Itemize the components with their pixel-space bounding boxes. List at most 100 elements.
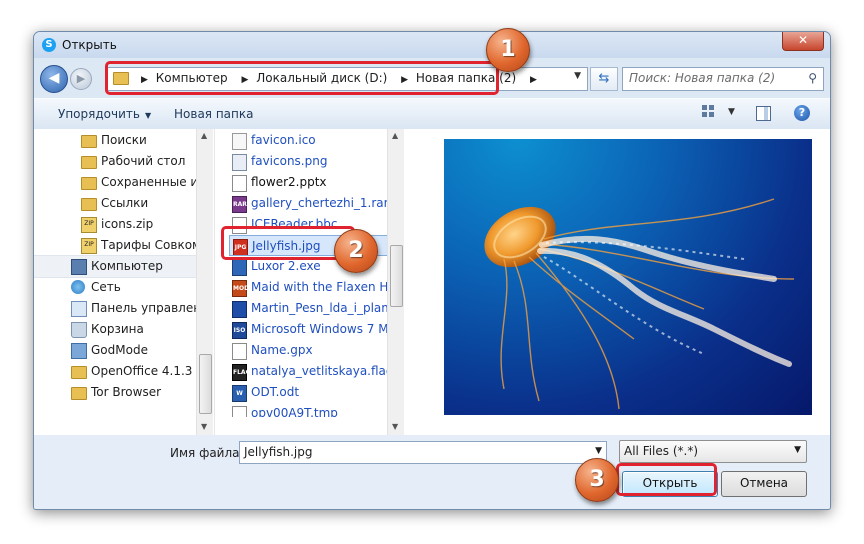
scroll-up-icon[interactable]: ▲ — [201, 131, 207, 140]
control-panel-icon — [71, 301, 87, 317]
step-badge-1: 1 — [486, 28, 530, 72]
sidebar-item-tariffs[interactable]: ZIP Тарифы Совком — [34, 235, 202, 256]
help-icon[interactable]: ? — [794, 105, 810, 121]
sidebar-item-control-panel[interactable]: Панель управлени — [34, 298, 202, 319]
open-button[interactable]: Открыть — [622, 471, 718, 497]
cancel-button[interactable]: Отмена — [721, 471, 807, 497]
view-options-icon[interactable] — [702, 104, 720, 122]
file-name: Maid with the Flaxen Hair.an — [251, 280, 389, 294]
open-file-dialog: S Открыть ✕ ◀ ▶ ▶ Компьютер ▶ Локальный … — [33, 31, 831, 510]
odt-file-icon: W — [232, 385, 247, 402]
chevron-right-icon[interactable]: ▶ — [141, 75, 148, 85]
organize-button[interactable]: Упорядочить ▼ — [58, 107, 151, 121]
scrollbar-thumb[interactable] — [390, 245, 403, 307]
sidebar-item-icons-zip[interactable]: ZIP icons.zip — [34, 214, 202, 235]
navigation-scrollbar[interactable]: ▲ ▼ — [196, 129, 213, 435]
list-item[interactable]: ISO Microsoft Windows 7 Макси — [229, 319, 389, 340]
sidebar-item-tor-browser[interactable]: Tor Browser — [34, 382, 202, 403]
filename-value: Jellyfish.jpg — [244, 445, 313, 459]
ico-file-icon — [232, 133, 247, 150]
sidebar-item-saved-games[interactable]: Сохраненные игр — [34, 172, 202, 193]
recycle-bin-icon — [71, 322, 87, 338]
scroll-down-icon[interactable]: ▼ — [201, 422, 207, 431]
file-name: favicon.ico — [251, 133, 316, 147]
sidebar-item-label: Ссылки — [101, 196, 149, 210]
sidebar-item-network[interactable]: Сеть — [34, 277, 202, 298]
sidebar-item-label: Тарифы Совком — [101, 238, 202, 252]
folder-icon — [71, 366, 87, 379]
chevron-down-icon[interactable]: ▼ — [728, 107, 735, 117]
refresh-button[interactable]: ⇆ — [590, 67, 618, 91]
new-folder-button[interactable]: Новая папка — [174, 107, 253, 121]
file-list-scrollbar[interactable]: ▲ ▼ — [387, 129, 404, 435]
sidebar-item-label: Сохраненные игр — [101, 175, 202, 189]
zip-icon: ZIP — [81, 238, 97, 254]
chevron-right-icon[interactable]: ▶ — [242, 75, 249, 85]
sidebar-item-desktop[interactable]: Рабочий стол — [34, 151, 202, 172]
scrollbar-thumb[interactable] — [199, 354, 212, 414]
refresh-icon: ⇆ — [598, 71, 610, 86]
list-item[interactable]: favicons.png — [229, 151, 389, 172]
tmp-file-icon — [232, 406, 247, 417]
sidebar-item-label: Поиски — [101, 133, 147, 147]
file-type-select[interactable]: All Files (*.*) ▼ — [619, 440, 807, 463]
list-item[interactable]: flower2.pptx — [229, 172, 389, 193]
back-button[interactable]: ◀ — [40, 65, 68, 93]
sidebar-item-label: OpenOffice 4.1.3 (ru — [91, 364, 202, 378]
breadcrumb-new-folder-2[interactable]: Новая папка (2) — [416, 71, 516, 85]
chevron-right-icon[interactable]: ▶ — [401, 75, 408, 85]
step-badge-3: 3 — [575, 458, 619, 502]
list-item[interactable]: opv00A9T.tmp — [229, 403, 389, 417]
close-button[interactable]: ✕ — [782, 32, 824, 51]
list-item[interactable]: MOD Maid with the Flaxen Hair.an — [229, 277, 389, 298]
preview-pane-icon[interactable] — [756, 106, 771, 121]
file-name: Microsoft Windows 7 Макси — [251, 322, 389, 336]
chevron-down-icon[interactable]: ▼ — [574, 71, 581, 81]
sidebar-item-godmode[interactable]: GodMode — [34, 340, 202, 361]
list-item[interactable]: RAR gallery_chertezhi_1.rar — [229, 193, 389, 214]
filename-label: Имя файла: — [170, 446, 244, 460]
sidebar-item-recycle-bin[interactable]: Корзина — [34, 319, 202, 340]
chevron-down-icon[interactable]: ▼ — [595, 446, 602, 456]
list-item[interactable]: W ODT.odt — [229, 382, 389, 403]
file-name: gallery_chertezhi_1.rar — [251, 196, 389, 210]
search-placeholder: Поиск: Новая папка (2) — [629, 71, 776, 85]
breadcrumb-computer[interactable]: Компьютер — [156, 71, 228, 85]
sidebar-item-links[interactable]: Ссылки — [34, 193, 202, 214]
navigation-row: ◀ ▶ ▶ Компьютер ▶ Локальный диск (D:) ▶ … — [34, 58, 830, 98]
sidebar-item-openoffice[interactable]: OpenOffice 4.1.3 (ru — [34, 361, 202, 382]
search-input[interactable]: Поиск: Новая папка (2) ⚲ — [622, 67, 824, 91]
file-name: favicons.png — [251, 154, 328, 168]
list-item[interactable]: FLAC natalya_vetlitskaya.flac — [229, 361, 389, 382]
chevron-down-icon: ▼ — [144, 111, 152, 120]
sidebar-item-label: Рабочий стол — [101, 154, 186, 168]
file-name: Name.gpx — [251, 343, 313, 357]
forward-button[interactable]: ▶ — [70, 68, 92, 90]
file-name: opv00A9T.tmp — [251, 406, 338, 417]
chevron-down-icon: ▼ — [794, 445, 801, 455]
folder-icon — [81, 198, 97, 211]
jpg-file-icon: JPG — [233, 239, 248, 255]
navigation-pane: Поиски Рабочий стол Сохраненные игр Ссыл… — [34, 129, 213, 435]
breadcrumb-drive-d[interactable]: Локальный диск (D:) — [256, 71, 387, 85]
scroll-up-icon[interactable]: ▲ — [392, 131, 398, 140]
content-area: Поиски Рабочий стол Сохраненные игр Ссыл… — [34, 129, 830, 435]
title-bar[interactable]: S Открыть ✕ — [34, 32, 830, 58]
file-name: natalya_vetlitskaya.flac — [251, 364, 389, 378]
breadcrumb: ▶ Компьютер ▶ Локальный диск (D:) ▶ Нова… — [135, 71, 541, 85]
skype-icon: S — [42, 38, 56, 52]
sidebar-item-computer[interactable]: Компьютер — [34, 255, 202, 278]
scroll-down-icon[interactable]: ▼ — [392, 422, 398, 431]
mod-file-icon: MOD — [232, 280, 249, 297]
chevron-right-icon[interactable]: ▶ — [530, 75, 537, 85]
iso-file-icon: ISO — [232, 322, 247, 339]
list-item[interactable]: favicon.ico — [229, 130, 389, 151]
sidebar-item-searches[interactable]: Поиски — [34, 130, 202, 151]
jellyfish-preview-image — [444, 139, 812, 415]
png-file-icon — [232, 154, 247, 171]
zip-icon: ZIP — [81, 217, 97, 233]
list-item[interactable]: Name.gpx — [229, 340, 389, 361]
filename-field[interactable]: Jellyfish.jpg ▼ — [239, 441, 607, 464]
rar-archive-icon: RAR — [232, 196, 247, 213]
list-item[interactable]: Martin_Pesn_lda_i_plameni.f — [229, 298, 389, 319]
